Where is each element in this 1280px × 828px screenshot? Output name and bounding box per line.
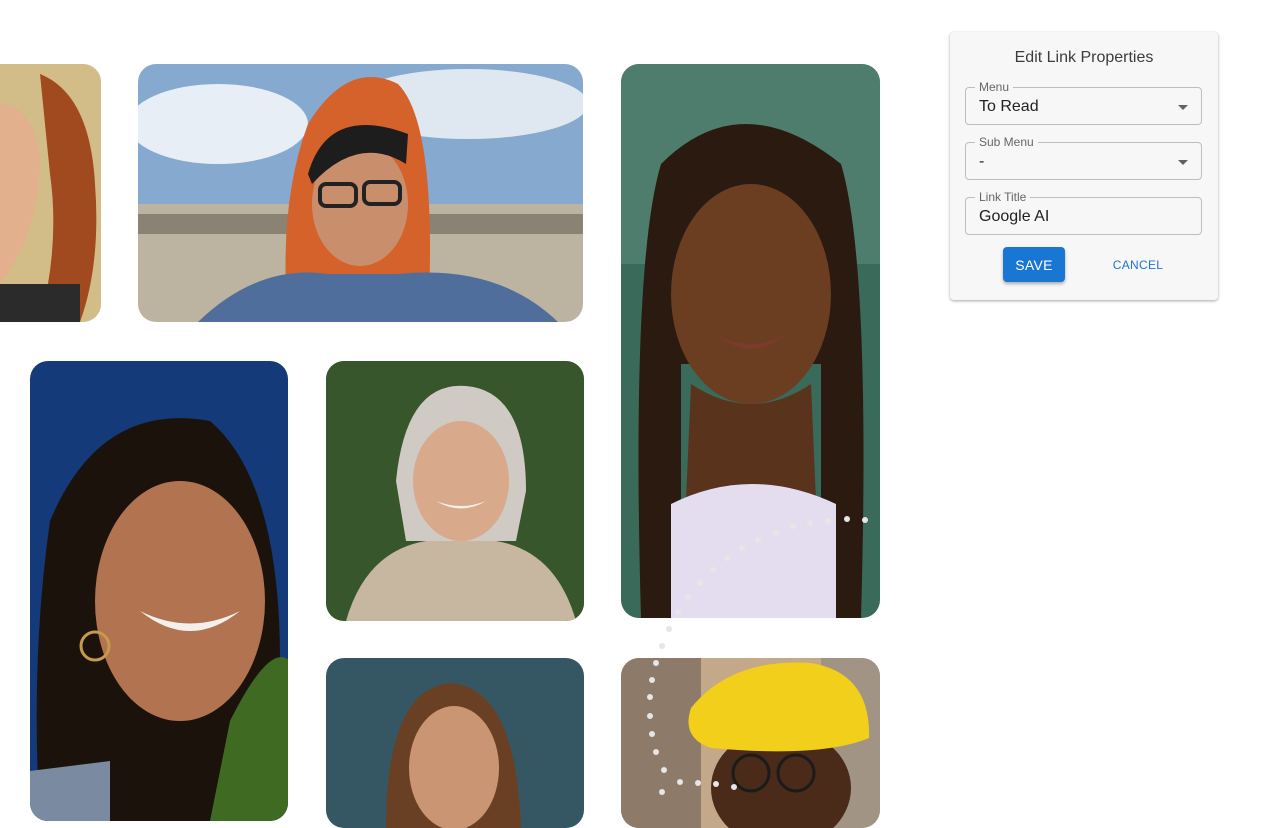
photo-person-orange-hood [138, 64, 583, 322]
link-title-field[interactable]: Link Title Google AI [965, 190, 1202, 235]
photo-woman-red-hair [0, 64, 101, 322]
photo-older-woman [326, 361, 584, 621]
cancel-button[interactable]: CANCEL [1102, 247, 1174, 282]
chevron-down-icon[interactable] [1178, 160, 1188, 165]
menu-label: Menu [975, 80, 1014, 94]
chevron-down-icon[interactable] [1178, 105, 1188, 110]
submenu-select[interactable]: Sub Menu - [965, 135, 1202, 180]
link-title-value[interactable]: Google AI [979, 208, 1049, 226]
photo-woman-teal [326, 658, 584, 828]
submenu-label: Sub Menu [975, 135, 1038, 149]
dialog-title: Edit Link Properties [1014, 49, 1154, 66]
photo-woman-smiling-blue [30, 361, 288, 821]
save-button[interactable]: SAVE [1003, 247, 1065, 282]
link-title-label: Link Title [975, 190, 1031, 204]
photo-woman-braids [621, 64, 880, 618]
photo-man-yellow-beret [621, 658, 880, 828]
submenu-value: - [979, 153, 985, 170]
menu-value: To Read [979, 98, 1039, 115]
menu-select[interactable]: Menu To Read [965, 80, 1202, 125]
edit-link-properties-dialog: Edit Link Properties Menu To Read Sub Me… [950, 32, 1218, 300]
